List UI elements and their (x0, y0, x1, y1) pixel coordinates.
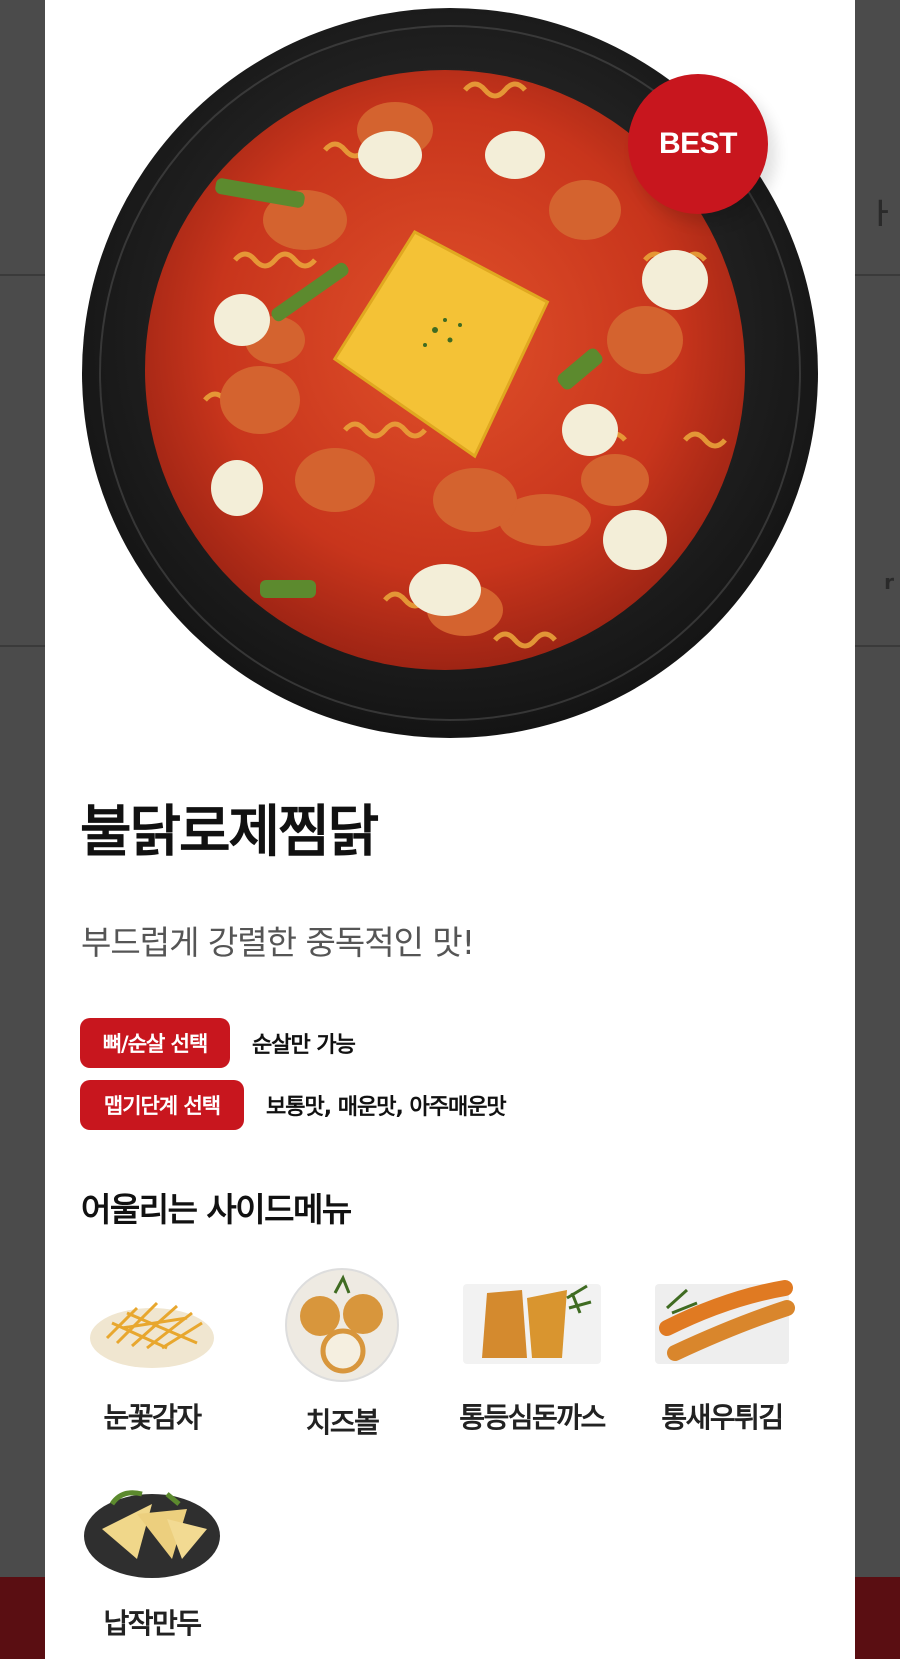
dumpling-icon (77, 1474, 227, 1584)
best-badge: BEST (628, 74, 768, 214)
side-menu-title: 어울리는 사이드메뉴 (81, 1190, 352, 1229)
product-tagline: 부드럽게 강렬한 중독적인 맛! (81, 923, 475, 962)
background-text-fragment: r (884, 570, 894, 594)
product-title: 불닭로제찜닭 (80, 800, 379, 865)
side-item-label: 눈꽃감자 (103, 1401, 202, 1434)
bone-option-label: 뼈/순살 선택 (80, 1018, 230, 1068)
cheese-ball-icon (284, 1268, 400, 1383)
bone-option-row: 뼈/순살 선택 순살만 가능 (80, 1018, 356, 1068)
pork-cutlet-icon (457, 1268, 607, 1378)
fried-shrimp-icon (647, 1268, 797, 1378)
side-item-fries[interactable]: 눈꽃감자 (57, 1268, 247, 1436)
side-item-label: 통새우튀김 (661, 1401, 784, 1434)
side-item-cheese-ball[interactable]: 치즈볼 (247, 1268, 437, 1441)
side-item-dumpling[interactable]: 납작만두 (57, 1474, 247, 1642)
side-item-label: 납작만두 (103, 1607, 202, 1640)
background-text-fragment: ㅏ (868, 197, 894, 230)
side-item-fried-shrimp[interactable]: 통새우튀김 (627, 1268, 817, 1436)
bone-option-value: 순살만 가능 (252, 1033, 356, 1058)
side-item-label: 통등심돈까스 (459, 1401, 606, 1434)
fries-icon (77, 1268, 227, 1378)
side-item-pork-cutlet[interactable]: 통등심돈까스 (437, 1268, 627, 1436)
product-detail-modal: BEST 불닭로제찜닭 부드럽게 강렬한 중독적인 맛! 뼈/순살 선택 순살만… (45, 0, 855, 1659)
side-item-label: 치즈볼 (305, 1406, 380, 1439)
spicy-level-row: 맵기단계 선택 보통맛, 매운맛, 아주매운맛 (80, 1080, 507, 1130)
spicy-level-value: 보통맛, 매운맛, 아주매운맛 (266, 1095, 507, 1120)
spicy-level-label: 맵기단계 선택 (80, 1080, 244, 1130)
